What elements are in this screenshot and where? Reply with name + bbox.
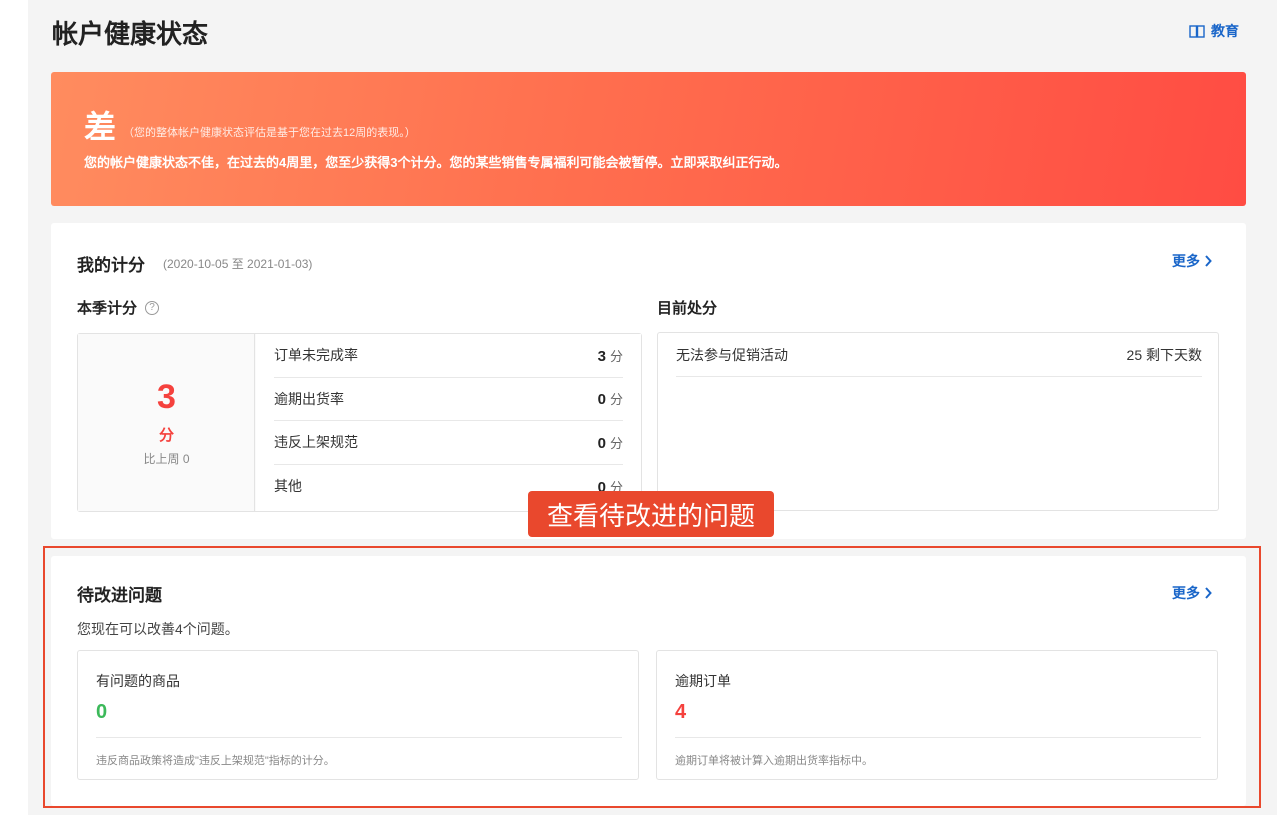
current-penalty-box: 无法参与促销活动 25 剩下天数 xyxy=(657,332,1219,511)
score-compare: 比上周 0 xyxy=(143,452,190,466)
score-row-unit: 分 xyxy=(609,435,623,451)
issues-more-link[interactable]: 更多 xyxy=(1172,583,1212,603)
score-row-label: 逾期出货率 xyxy=(274,390,344,407)
issue-name: 有问题的商品 xyxy=(96,673,180,689)
penalty-label: 无法参与促销活动 xyxy=(676,346,788,363)
score-row-unit: 分 xyxy=(609,392,623,408)
book-icon xyxy=(1189,24,1205,38)
score-more-link[interactable]: 更多 xyxy=(1172,251,1212,271)
penalty-days-remaining: 25 剩下天数 xyxy=(1126,346,1202,363)
issue-name: 逾期订单 xyxy=(675,673,731,689)
health-grade-note: （您的整体帐户健康状态评估是基于您在过去12周的表现。） xyxy=(123,127,416,139)
score-row-value: 0 xyxy=(597,391,606,409)
score-row: 逾期出货率 0分 xyxy=(274,378,623,421)
penalty-row: 无法参与促销活动 25 剩下天数 xyxy=(676,333,1202,377)
issue-note: 违反商品政策将造成"违反上架规范"指标的计分。 xyxy=(96,755,335,767)
issue-count: 4 xyxy=(675,701,687,723)
chevron-right-icon xyxy=(1205,255,1212,267)
health-status-banner: 差 （您的整体帐户健康状态评估是基于您在过去12周的表现。） 您的帐户健康状态不… xyxy=(51,72,1246,206)
total-score-panel: 3 分 比上周 0 xyxy=(78,334,255,511)
score-row-label: 违反上架规范 xyxy=(274,434,358,451)
score-breakdown-list: 订单未完成率 3分 逾期出货率 0分 违反上架规范 0分 其他 0分 xyxy=(256,334,641,511)
score-row-label: 订单未完成率 xyxy=(274,347,358,364)
issues-more-label: 更多 xyxy=(1172,585,1200,601)
chevron-right-icon xyxy=(1205,587,1212,599)
education-label: 教育 xyxy=(1211,23,1239,39)
late-orders-tile[interactable]: 逾期订单 4 逾期订单将被计算入逾期出货率指标中。 xyxy=(656,650,1218,780)
health-grade: 差 xyxy=(84,109,117,145)
score-row: 订单未完成率 3分 xyxy=(274,334,623,378)
problem-products-tile[interactable]: 有问题的商品 0 违反商品政策将造成"违反上架规范"指标的计分。 xyxy=(77,650,639,780)
my-score-title: 我的计分 xyxy=(77,256,145,275)
education-link[interactable]: 教育 xyxy=(1189,21,1239,41)
divider xyxy=(96,737,622,738)
improve-issues-callout: 查看待改进的问题 xyxy=(528,491,774,537)
page-title: 帐户健康状态 xyxy=(52,19,209,49)
season-score-label: 本季计分 xyxy=(77,300,138,317)
season-score-title: 本季计分 ? xyxy=(77,297,160,318)
current-penalty-title: 目前处分 xyxy=(657,300,718,317)
score-more-label: 更多 xyxy=(1172,253,1200,269)
health-message: 您的帐户健康状态不佳，在过去的4周里，您至少获得3个计分。您的某些销售专属福利可… xyxy=(84,155,788,170)
issues-card: 待改进问题 更多 您现在可以改善4个问题。 有问题的商品 0 违反商品政策将造成… xyxy=(51,556,1246,806)
divider xyxy=(675,737,1201,738)
total-score-unit: 分 xyxy=(158,427,174,444)
total-score-value: 3 xyxy=(157,378,176,416)
score-date-range: (2020-10-05 至 2021-01-03) xyxy=(163,257,313,271)
score-row-value: 3 xyxy=(597,347,606,365)
season-score-box: 3 分 比上周 0 订单未完成率 3分 逾期出货率 0分 违反上架规范 0分 其… xyxy=(77,333,642,512)
help-icon[interactable]: ? xyxy=(145,300,160,315)
issues-description: 您现在可以改善4个问题。 xyxy=(77,621,239,637)
issue-count: 0 xyxy=(96,701,108,723)
score-row-label: 其他 xyxy=(274,478,302,495)
score-row-unit: 分 xyxy=(609,348,623,364)
issue-note: 逾期订单将被计算入逾期出货率指标中。 xyxy=(675,755,873,767)
issues-title: 待改进问题 xyxy=(77,586,162,605)
score-row-value: 0 xyxy=(597,434,606,452)
score-row: 违反上架规范 0分 xyxy=(274,421,623,465)
